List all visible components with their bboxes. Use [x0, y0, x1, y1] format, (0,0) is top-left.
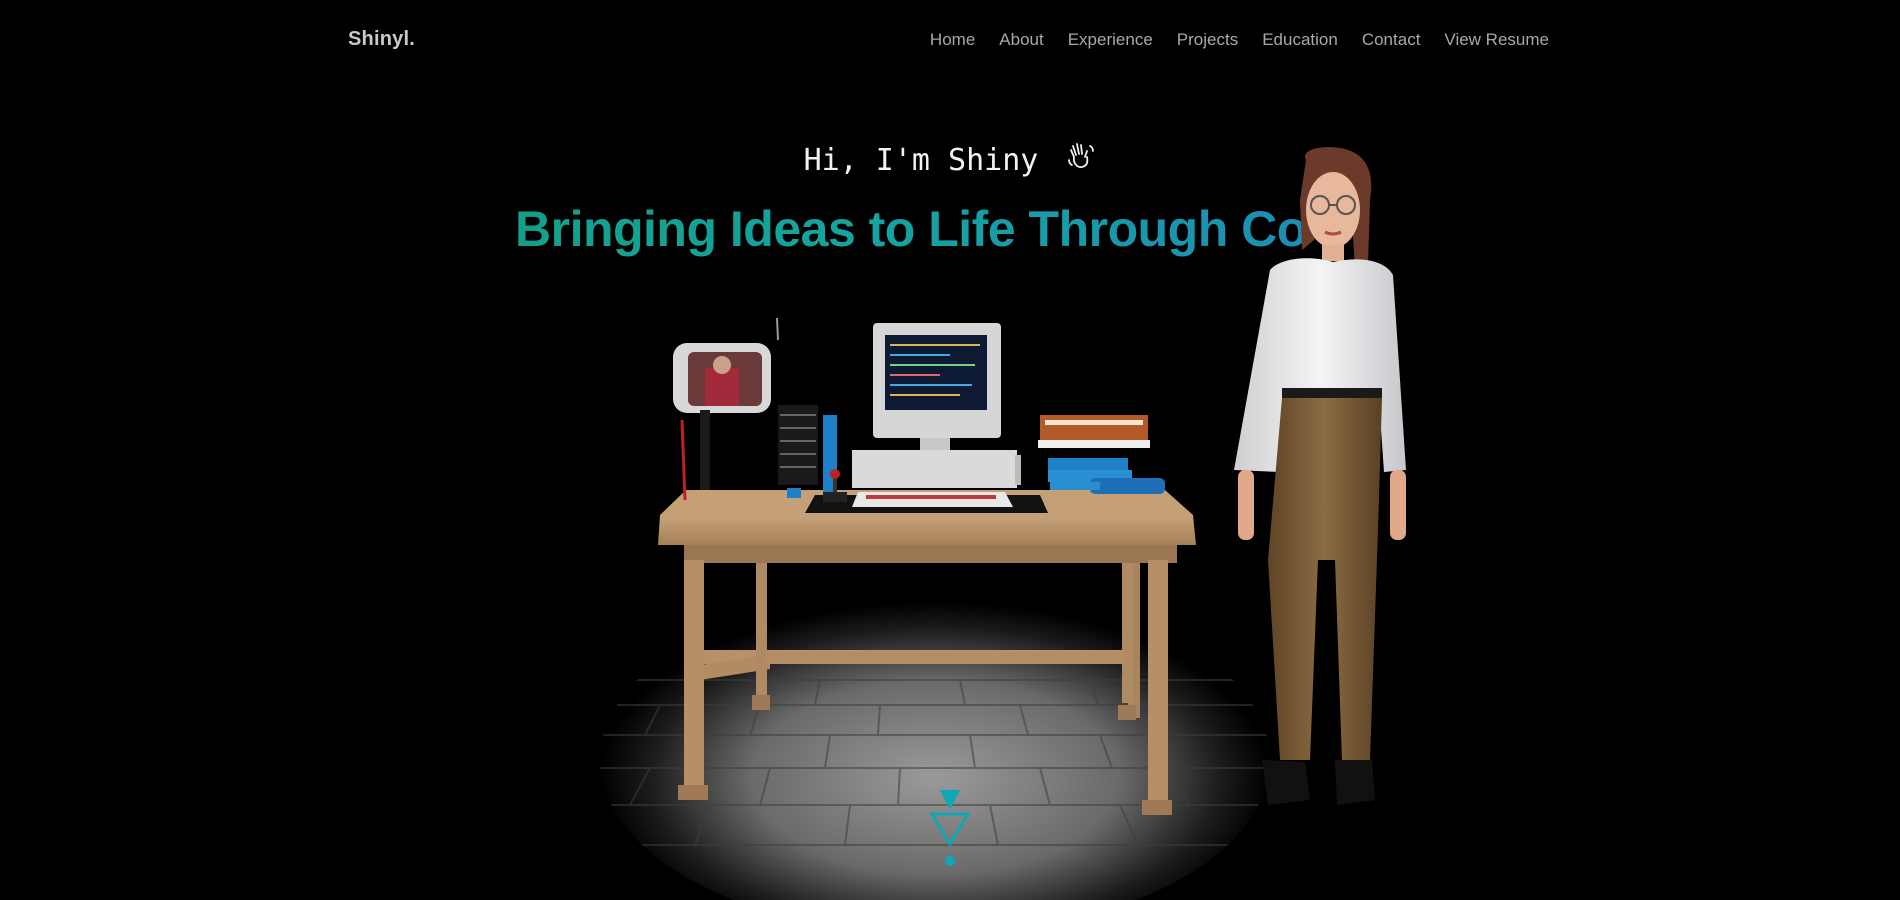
retro-computer-monitor: [852, 323, 1021, 488]
scroll-down-icon[interactable]: [929, 788, 971, 868]
small-tv-monitor: [673, 317, 837, 501]
stacked-books: [1038, 415, 1165, 494]
avatar-character: [1234, 147, 1406, 805]
3d-scene[interactable]: [0, 0, 1900, 900]
